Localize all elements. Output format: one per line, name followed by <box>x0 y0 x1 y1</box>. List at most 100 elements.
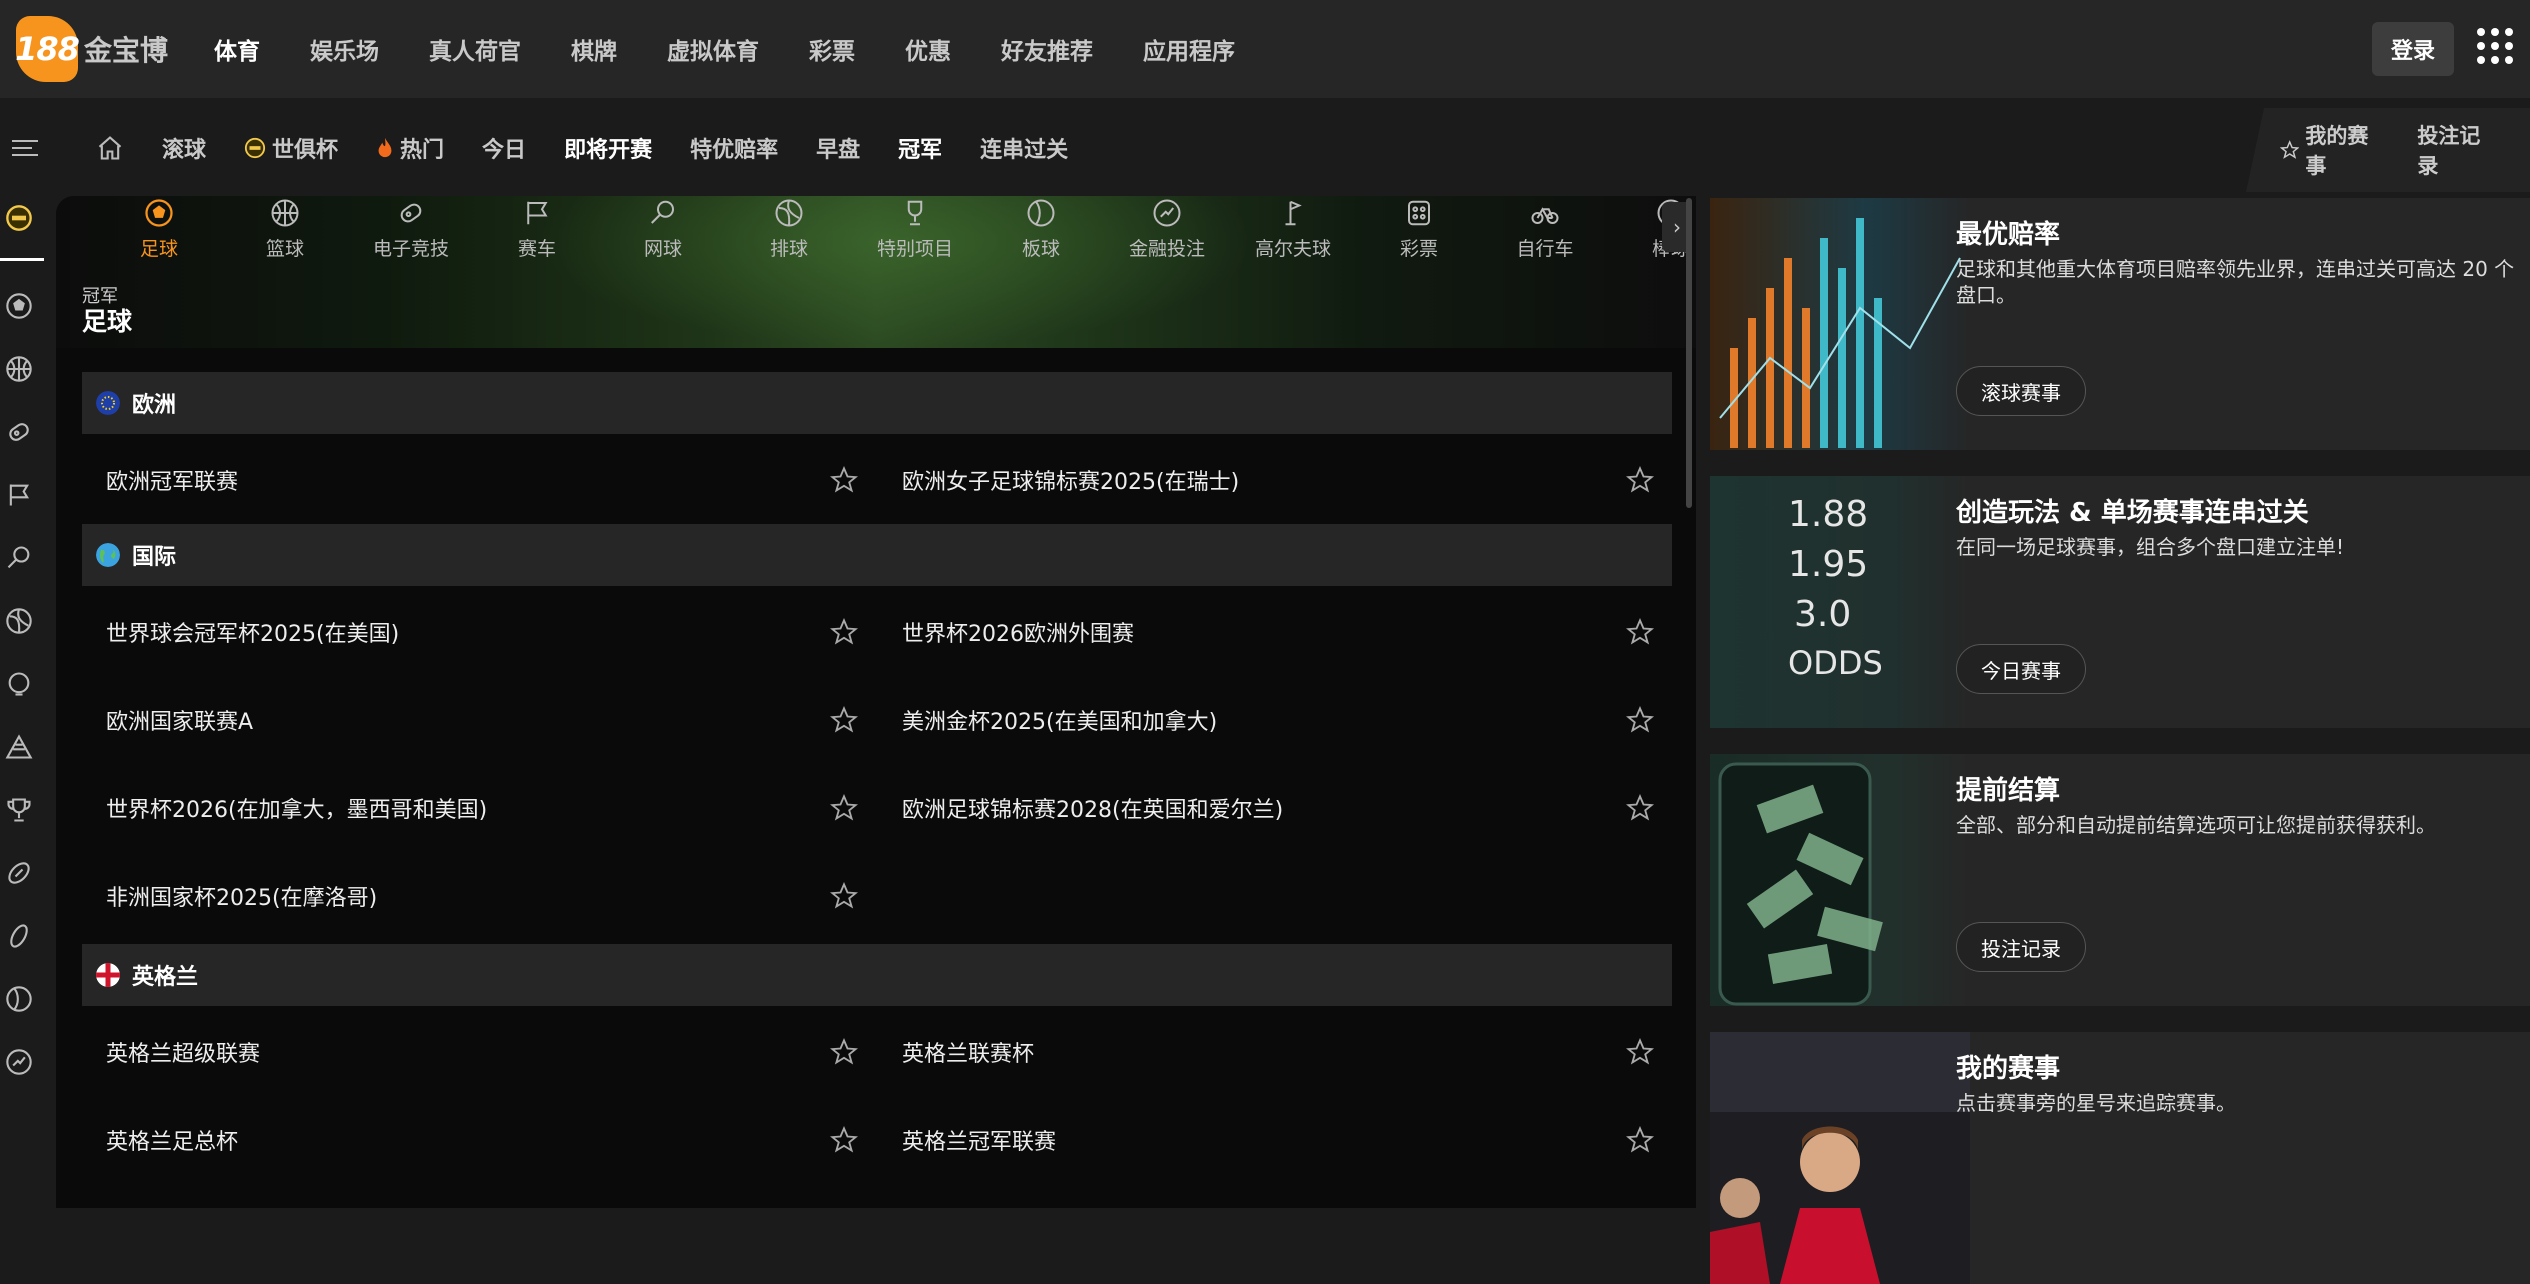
home-icon[interactable] <box>96 134 124 162</box>
region-header-europe[interactable]: 欧洲 <box>82 372 1672 434</box>
region-name: 国际 <box>132 545 177 570</box>
competition-row[interactable]: 美洲金杯2025(在美国和加拿大) <box>902 676 1672 764</box>
competition-name: 世界杯2026欧洲外围赛 <box>902 622 1134 647</box>
racing-flag-icon[interactable] <box>5 481 33 509</box>
favorite-star-icon[interactable] <box>830 1126 858 1154</box>
scrollbar-thumb[interactable] <box>1686 198 1692 508</box>
subnav-hot[interactable]: 热门 <box>376 132 444 164</box>
logo[interactable]: 188 金宝博 <box>15 14 169 84</box>
sport-tab-cycling[interactable]: 自行车 <box>1482 196 1608 268</box>
soccer-icon[interactable] <box>5 292 33 320</box>
sport-tab-special[interactable]: 特别项目 <box>852 196 978 268</box>
club-world-cup-icon[interactable] <box>5 204 33 232</box>
bet-history-button[interactable]: 投注记录 <box>1956 922 2086 972</box>
sport-tab-racing[interactable]: 赛车 <box>474 196 600 268</box>
nav-referral[interactable]: 好友推荐 <box>1001 32 1093 66</box>
tennis-icon[interactable] <box>5 544 33 572</box>
favorite-star-icon[interactable] <box>1626 466 1654 494</box>
competition-row[interactable]: 欧洲足球锦标赛2028(在英国和爱尔兰) <box>902 764 1672 852</box>
favorite-star-icon[interactable] <box>1626 618 1654 646</box>
cricket-icon[interactable] <box>5 985 33 1013</box>
subnav-club-world-cup[interactable]: 世俱杯 <box>244 132 338 164</box>
sport-tab-label: 排球 <box>769 238 808 260</box>
sport-tab-label: 彩票 <box>1399 238 1438 260</box>
bet-history-link[interactable]: 投注记录 <box>2417 120 2492 180</box>
sport-tab-cricket[interactable]: 板球 <box>978 196 1104 268</box>
favorite-star-icon[interactable] <box>1626 706 1654 734</box>
favorite-star-icon[interactable] <box>830 1038 858 1066</box>
sport-tab-tennis[interactable]: 网球 <box>600 196 726 268</box>
basketball-icon[interactable] <box>5 355 33 383</box>
subnav-parlay-label: 连串过关 <box>980 138 1069 163</box>
favorite-star-icon[interactable] <box>830 618 858 646</box>
promo-description: 全部、部分和自动提前结算选项可让您提前获得获利。 <box>1956 813 2436 837</box>
subnav-parlay[interactable]: 连串过关 <box>980 132 1068 164</box>
competition-row[interactable]: 世界杯2026欧洲外围赛 <box>902 588 1672 676</box>
favorite-star-icon[interactable] <box>1626 1038 1654 1066</box>
favorite-star-icon[interactable] <box>830 794 858 822</box>
region-header-international[interactable]: 国际 <box>82 524 1672 586</box>
sport-tab-soccer[interactable]: 足球 <box>96 196 222 268</box>
competition-row[interactable]: 欧洲国家联赛A <box>106 676 876 764</box>
competition-row[interactable]: 英格兰超级联赛 <box>106 1008 876 1096</box>
competition-row[interactable]: 欧洲女子足球锦标赛2025(在瑞士) <box>902 436 1672 524</box>
special-icon[interactable] <box>5 670 33 698</box>
my-events-link[interactable]: 我的赛事 <box>2280 120 2379 180</box>
trophy-icon[interactable] <box>5 796 33 824</box>
logo-text: 金宝博 <box>84 34 169 67</box>
nav-casino[interactable]: 娱乐场 <box>310 32 379 66</box>
nav-lottery[interactable]: 彩票 <box>809 32 855 66</box>
sport-tab-label: 赛车 <box>517 238 556 260</box>
nav-sports[interactable]: 体育 <box>214 32 260 66</box>
favorite-star-icon[interactable] <box>1626 1126 1654 1154</box>
nav-cards[interactable]: 棋牌 <box>571 32 617 66</box>
nav-app[interactable]: 应用程序 <box>1143 32 1235 66</box>
sport-tab-finance[interactable]: 金融投注 <box>1104 196 1230 268</box>
today-events-button[interactable]: 今日赛事 <box>1956 644 2086 694</box>
region-name: 英格兰 <box>132 965 199 990</box>
subnav-today[interactable]: 今日 <box>482 132 526 164</box>
competition-row[interactable]: 世界球会冠军杯2025(在美国) <box>106 588 876 676</box>
competition-row[interactable]: 非洲国家杯2025(在摩洛哥) <box>106 852 876 940</box>
region-header-england[interactable]: 英格兰 <box>82 944 1672 1006</box>
sport-tab-volleyball[interactable]: 排球 <box>726 196 852 268</box>
competition-row[interactable]: 欧洲冠军联赛 <box>106 436 876 524</box>
volleyball-icon[interactable] <box>5 607 33 635</box>
competition-row[interactable]: 英格兰足总杯 <box>106 1096 876 1184</box>
hamburger-menu-icon[interactable] <box>12 140 38 158</box>
promo-description: 点击赛事旁的星号来追踪赛事。 <box>1956 1091 2236 1115</box>
subnav-starting-soon[interactable]: 即将开赛 <box>564 132 652 164</box>
esports-icon[interactable] <box>5 418 33 446</box>
favorite-star-icon[interactable] <box>1626 794 1654 822</box>
triangle-icon[interactable] <box>5 733 33 761</box>
subnav-outright[interactable]: 冠军 <box>898 132 942 164</box>
lottery-icon <box>1408 200 1430 226</box>
sport-tab-esports[interactable]: 电子竞技 <box>348 196 474 268</box>
favorite-star-icon[interactable] <box>830 466 858 494</box>
nav-live-dealer[interactable]: 真人荷官 <box>429 32 521 66</box>
nav-virtual-sports[interactable]: 虚拟体育 <box>667 32 759 66</box>
subnav-club-world-cup-label: 世俱杯 <box>272 138 339 163</box>
nav-promotions[interactable]: 优惠 <box>905 32 951 66</box>
sub-nav: 滚球 世俱杯 热门 今日 即将开赛 特优赔率 早盘 冠军 连串过关 <box>96 98 1106 198</box>
favorite-star-icon[interactable] <box>830 882 858 910</box>
rugby-icon[interactable] <box>5 922 33 950</box>
subnav-best-odds[interactable]: 特优赔率 <box>690 132 778 164</box>
competition-row[interactable]: 世界杯2026(在加拿大，墨西哥和美国) <box>106 764 876 852</box>
football-icon[interactable] <box>5 859 33 887</box>
subnav-early[interactable]: 早盘 <box>816 132 860 164</box>
apps-grid-icon[interactable] <box>2477 28 2513 64</box>
competition-row[interactable]: 英格兰冠军联赛 <box>902 1096 1672 1184</box>
finance-icon[interactable] <box>5 1048 33 1076</box>
subnav-live[interactable]: 滚球 <box>162 132 206 164</box>
sport-tab-golf[interactable]: 高尔夫球 <box>1230 196 1356 268</box>
login-button[interactable]: 登录 <box>2372 22 2454 76</box>
competition-row[interactable]: 英格兰联赛杯 <box>902 1008 1672 1096</box>
sport-tab-basketball[interactable]: 篮球 <box>222 196 348 268</box>
live-events-button[interactable]: 滚球赛事 <box>1956 366 2086 416</box>
promo-card-same-game-parlay: 1.88 1.95 3.0 ODDS 创造玩法 & 单场赛事连串过关 在同一场足… <box>1710 476 2530 728</box>
sport-tab-lottery[interactable]: 彩票 <box>1356 196 1482 268</box>
competition-name: 欧洲足球锦标赛2028(在英国和爱尔兰) <box>902 798 1284 823</box>
favorite-star-icon[interactable] <box>830 706 858 734</box>
cricket-icon <box>1027 199 1055 227</box>
